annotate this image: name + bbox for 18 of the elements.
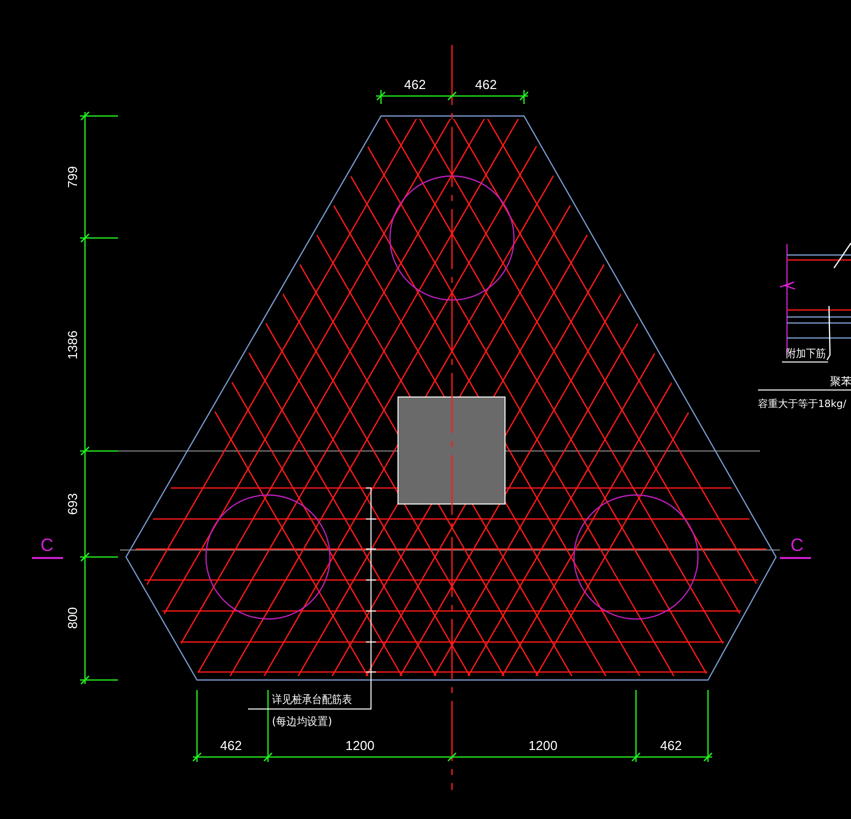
section-line (32, 557, 63, 559)
section-line (780, 557, 811, 559)
section-mark: C (790, 535, 804, 555)
note-text: 详见桩承台配筋表 (272, 693, 360, 706)
detail-label: 容重大于等于18kg/ (758, 399, 846, 410)
dimension-text: 1200 (346, 738, 374, 753)
detail-label: 附加下筋 (786, 347, 830, 360)
dimension-text: 1386 (65, 330, 80, 360)
dimension-text: 1200 (528, 738, 558, 753)
dimension-text: 462 (660, 738, 682, 753)
dimension-text: 693 (65, 493, 80, 515)
dimension-text: 799 (65, 166, 80, 188)
dimension-text: 800 (65, 607, 80, 629)
dimension-text: 462 (404, 77, 426, 92)
note-text: (每边均设置) (272, 715, 336, 728)
dimension-text: 462 (475, 77, 497, 92)
section-mark: C (40, 535, 54, 555)
dimension-text: 462 (220, 738, 242, 753)
